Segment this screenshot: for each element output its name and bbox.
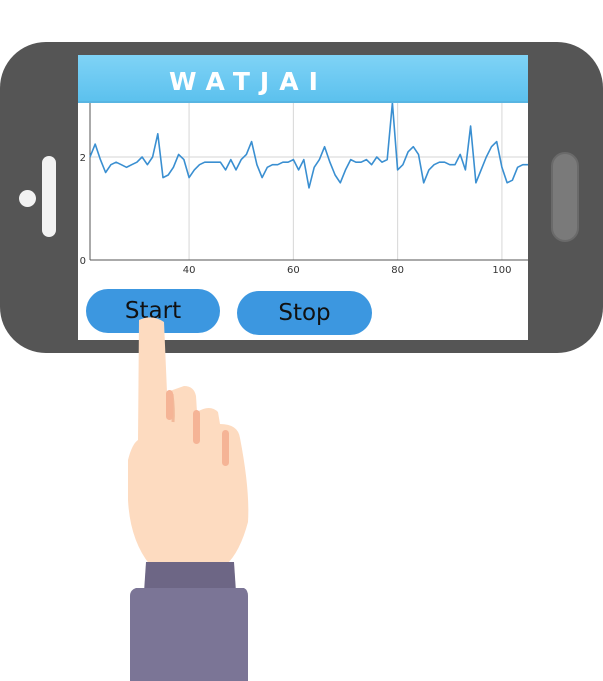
x-tick-label: 40 [183,265,196,275]
finger-nail-2 [193,410,200,444]
heart-rate-chart: 406080100024 [78,55,528,276]
button-bar: Start Stop [78,275,528,340]
y-tick-label: 2 [80,153,86,164]
x-tick-label: 100 [492,265,511,275]
finger-nail-3 [222,430,229,466]
sleeve-cuff [144,562,236,592]
stop-button[interactable]: Stop [237,291,372,335]
app-header: WATJAI [78,55,528,103]
chart-grid [90,103,528,260]
finger-nail-1 [166,390,173,420]
y-tick-label: 0 [80,256,86,267]
finger-crease [170,393,175,423]
home-button[interactable] [551,152,579,242]
series-line [89,102,528,189]
hand-shape [128,317,249,565]
x-tick-label: 80 [391,265,404,275]
phone-screen: WATJAI 406080100024 Start Stop [78,55,528,340]
chart-axes: 406080100024 [80,55,528,276]
camera-icon [19,190,36,207]
speaker-slot [42,156,56,237]
sleeve [130,588,248,681]
app-title: WATJAI [169,67,328,96]
start-button[interactable]: Start [86,289,220,333]
chart-series [89,102,528,189]
x-tick-label: 60 [287,265,300,275]
chart-svg: 406080100024 [80,55,528,276]
